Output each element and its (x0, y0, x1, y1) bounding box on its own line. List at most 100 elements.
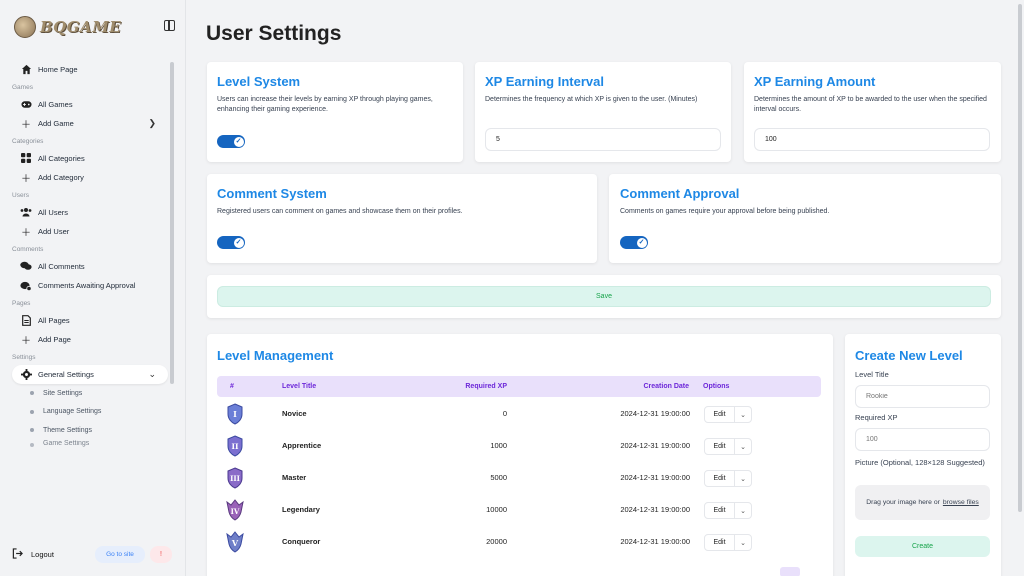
alert-badge[interactable]: ! (150, 546, 172, 563)
level-badge-numeral: IV (231, 507, 240, 516)
bullet-icon (30, 428, 34, 433)
chevron-right-icon: ❯ (148, 118, 156, 129)
sidebar-scrollbar[interactable] (170, 62, 174, 384)
card-description: Comments on games require your approval … (620, 208, 830, 215)
sidebar-item-add-user[interactable]: ＋ Add User (12, 222, 168, 242)
creation-date-cell: 2024-12-31 19:00:00 (620, 441, 690, 450)
edit-button[interactable]: Edit (705, 439, 735, 454)
level-badge-icon: V (226, 531, 244, 553)
edit-button[interactable]: Edit (705, 535, 735, 550)
save-button[interactable]: Save (217, 286, 991, 307)
logout-label: Logout (31, 550, 54, 559)
page-icon (20, 314, 32, 326)
options-button-group: Edit ⌄ (704, 406, 752, 423)
level-badge-icon: III (227, 467, 243, 489)
level-badge-numeral: III (230, 474, 240, 483)
section-label-games: Games (12, 83, 33, 91)
required-xp-cell: 0 (502, 409, 507, 418)
sidebar-item-label: All Comments (38, 261, 85, 271)
sidebar-item-label: All Games (38, 99, 73, 109)
sidebar-item-label: Comments Awaiting Approval (38, 281, 136, 291)
sidebar-toggle-icon[interactable] (164, 20, 175, 31)
sidebar-item-all-pages[interactable]: All Pages (12, 311, 168, 331)
level-title-cell: Novice (282, 409, 307, 418)
edit-button[interactable]: Edit (705, 407, 735, 422)
sidebar-subitem-theme-settings[interactable]: Theme Settings (12, 421, 168, 440)
level-system-toggle[interactable] (217, 135, 245, 148)
sidebar-item-label: All Categories (38, 153, 85, 163)
image-dropzone[interactable]: Drag your image here or browse files (855, 485, 990, 520)
sidebar-item-add-category[interactable]: ＋ Add Category (12, 168, 168, 188)
section-label-users: Users (12, 191, 29, 199)
chevron-down-icon[interactable]: ⌄ (735, 475, 751, 483)
sidebar-item-comments-awaiting[interactable]: Comments Awaiting Approval (12, 276, 168, 296)
sidebar-item-all-games[interactable]: All Games (12, 95, 168, 115)
chevron-down-icon[interactable]: ⌄ (735, 539, 751, 547)
level-title-input[interactable] (855, 385, 990, 408)
level-title-cell: Apprentice (282, 441, 322, 450)
brand-logo[interactable]: BQGAME (14, 14, 121, 40)
chevron-down-icon: ⌄ (148, 368, 156, 379)
required-xp-cell: 20000 (486, 537, 507, 546)
sidebar-item-all-categories[interactable]: All Categories (12, 149, 168, 169)
chevron-down-icon[interactable]: ⌄ (735, 443, 751, 451)
sidebar-item-label: General Settings (38, 369, 94, 379)
page-scrollbar[interactable] (1016, 0, 1024, 576)
sidebar-item-label: Add Category (38, 173, 84, 183)
comment-system-card: Comment System Registered users can comm… (207, 174, 597, 263)
gear-icon (20, 368, 32, 380)
sidebar-subitem-game-settings[interactable]: Game Settings (12, 440, 168, 450)
go-to-site-button[interactable]: Go to site (95, 546, 145, 563)
comment-system-toggle[interactable] (217, 236, 245, 249)
section-label-settings: Settings (12, 353, 36, 361)
edit-button[interactable]: Edit (705, 471, 735, 486)
table-row: I Novice 0 2024-12-31 19:00:00 Edit ⌄ (217, 398, 821, 430)
sidebar-item-all-comments[interactable]: All Comments (12, 257, 168, 277)
brand-name: BQGAME (40, 18, 122, 36)
level-title-label: Level Title (855, 370, 889, 379)
xp-amount-input[interactable]: 100 (754, 128, 990, 151)
plus-icon: ＋ (21, 120, 31, 132)
comment-approval-toggle[interactable] (620, 236, 648, 249)
options-button-group: Edit ⌄ (704, 502, 752, 519)
column-header-title: Level Title (282, 383, 317, 390)
required-xp-cell: 10000 (486, 505, 507, 514)
users-icon (20, 206, 32, 218)
bullet-icon (30, 409, 34, 414)
sidebar-item-label: Home Page (38, 65, 78, 75)
column-header-date[interactable]: Creation Date (643, 376, 689, 397)
section-label-categories: Categories (12, 137, 44, 145)
sidebar-subitem-label: Site Settings (43, 389, 83, 397)
card-title: Comment Approval (620, 186, 740, 201)
sidebar-subitem-site-settings[interactable]: Site Settings (12, 384, 168, 403)
xp-interval-input[interactable]: 5 (485, 128, 721, 151)
browse-files-link[interactable]: browse files (943, 499, 979, 506)
sidebar-item-label: Add User (38, 227, 70, 237)
level-title-cell: Legendary (282, 505, 320, 514)
create-button[interactable]: Create (855, 536, 990, 557)
column-header-xp[interactable]: Required XP (465, 376, 507, 397)
required-xp-input[interactable] (855, 428, 990, 451)
sidebar-subitem-language-settings[interactable]: Language Settings (12, 403, 168, 422)
level-table-header: # Level Title Required XP Creation Date … (217, 376, 821, 397)
pagination-current-page[interactable] (780, 567, 800, 576)
sidebar-item-all-users[interactable]: All Users (12, 203, 168, 223)
edit-button[interactable]: Edit (705, 503, 735, 518)
logout-button[interactable]: Logout (12, 548, 54, 561)
chevron-down-icon[interactable]: ⌄ (735, 411, 751, 419)
sidebar-item-add-game[interactable]: ＋ Add Game ❯ (12, 114, 168, 134)
sidebar-item-general-settings[interactable]: General Settings ⌄ (12, 364, 168, 384)
sidebar-item-add-page[interactable]: ＋ Add Page (12, 330, 168, 350)
sidebar-item-label: Add Game (38, 119, 74, 129)
xp-interval-card: XP Earning Interval Determines the frequ… (475, 62, 731, 162)
level-badge-icon: IV (226, 499, 244, 521)
comment-pending-icon (20, 280, 32, 292)
comment-approval-card: Comment Approval Comments on games requi… (609, 174, 1001, 263)
chevron-down-icon[interactable]: ⌄ (735, 507, 751, 515)
required-xp-label: Required XP (855, 413, 898, 422)
sidebar-nav: Home Page Games All Games ＋ Add Game ❯ C… (12, 60, 168, 450)
sidebar-subitem-label: Language Settings (43, 408, 102, 416)
sidebar-item-home[interactable]: Home Page (12, 60, 168, 80)
card-title: Level Management (217, 348, 334, 363)
creation-date-cell: 2024-12-31 19:00:00 (620, 409, 690, 418)
